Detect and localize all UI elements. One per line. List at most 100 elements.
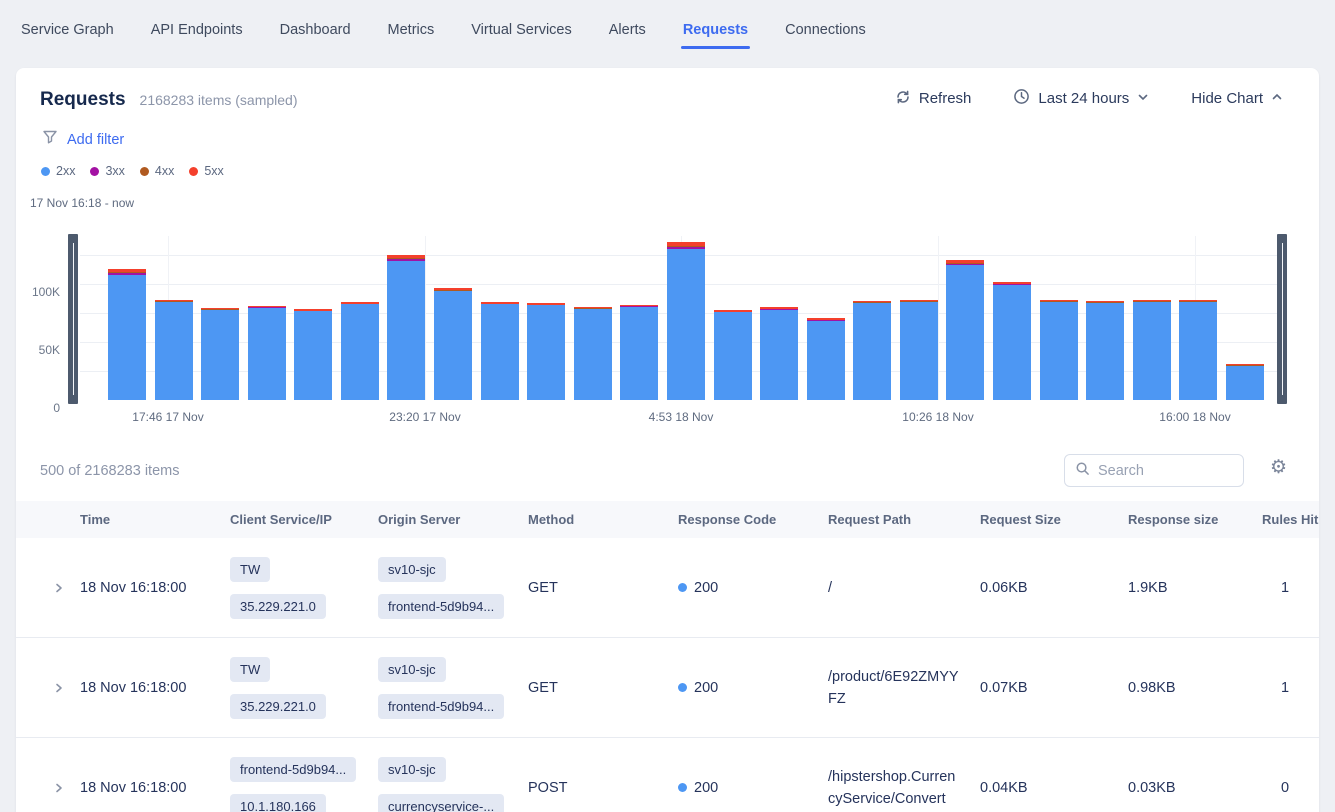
response-code-value: 200 [694, 580, 718, 596]
bar-group[interactable] [1040, 300, 1078, 400]
time-range-selector[interactable]: Last 24 hours [1013, 88, 1149, 109]
legend-item-3xx[interactable]: 3xx [90, 164, 124, 178]
legend-item-4xx[interactable]: 4xx [140, 164, 174, 178]
client-chip[interactable]: TW [230, 657, 270, 682]
column-header-origin-server[interactable]: Origin Server [378, 512, 528, 527]
tab-dashboard[interactable]: Dashboard [280, 22, 351, 38]
tab-metrics[interactable]: Metrics [388, 22, 435, 38]
chart-brush-handle-right[interactable] [1277, 234, 1287, 404]
client-chip[interactable]: 35.229.221.0 [230, 594, 326, 619]
origin-chip[interactable]: sv10-sjc [378, 557, 446, 582]
refresh-button[interactable]: Refresh [895, 89, 972, 109]
response-code-value: 200 [694, 780, 718, 796]
origin-chip[interactable]: frontend-5d9b94... [378, 594, 504, 619]
cell-response-size: 0.98KB [1128, 680, 1262, 696]
tab-connections[interactable]: Connections [785, 22, 866, 38]
clock-icon [1013, 88, 1030, 109]
bar-group[interactable] [993, 282, 1031, 400]
legend-dot-4xx [140, 167, 149, 176]
bar-group[interactable] [900, 300, 938, 400]
bar-group[interactable] [434, 288, 472, 400]
bar-group[interactable] [481, 302, 519, 400]
column-header-request-path[interactable]: Request Path [828, 512, 980, 527]
table-row[interactable]: 18 Nov 16:18:00TW35.229.221.0sv10-sjcfro… [16, 538, 1319, 638]
bar-segment-2xx [760, 310, 798, 400]
cell-response-size: 0.03KB [1128, 780, 1262, 796]
bar-segment-2xx [993, 285, 1031, 400]
column-header-request-size[interactable]: Request Size [980, 512, 1128, 527]
cell-response-code: 200 [678, 680, 828, 696]
bar-group[interactable] [527, 303, 565, 400]
bar-group[interactable] [574, 307, 612, 400]
origin-chip[interactable]: frontend-5d9b94... [378, 694, 504, 719]
legend-dot-2xx [41, 167, 50, 176]
bar-segment-2xx [434, 291, 472, 400]
column-header-response-code[interactable]: Response Code [678, 512, 828, 527]
requests-chart: 17:46 17 Nov23:20 17 Nov4:53 18 Nov10:26… [16, 228, 1319, 428]
table-row[interactable]: 18 Nov 16:18:00frontend-5d9b94...10.1.18… [16, 738, 1319, 812]
origin-chip[interactable]: sv10-sjc [378, 657, 446, 682]
bar-group[interactable] [1179, 300, 1217, 400]
bar-group[interactable] [341, 302, 379, 400]
legend-item-5xx[interactable]: 5xx [189, 164, 223, 178]
column-header-response-size[interactable]: Response size [1128, 512, 1262, 527]
tab-api-endpoints[interactable]: API Endpoints [151, 22, 243, 38]
bar-group[interactable] [667, 242, 705, 400]
row-expand-chevron-icon[interactable] [38, 581, 80, 595]
legend-item-2xx[interactable]: 2xx [41, 164, 75, 178]
tab-virtual-services[interactable]: Virtual Services [471, 22, 571, 38]
table-settings-gear-icon[interactable]: ⚙ [1270, 458, 1287, 477]
table-summary: 500 of 2168283 items [40, 463, 179, 479]
bar-segment-2xx [574, 309, 612, 400]
client-chip[interactable]: 35.229.221.0 [230, 694, 326, 719]
client-chip[interactable]: 10.1.180.166 [230, 794, 326, 812]
chart-brush-handle-left[interactable] [68, 234, 78, 404]
client-chip[interactable]: frontend-5d9b94... [230, 757, 356, 782]
bar-group[interactable] [201, 308, 239, 400]
add-filter-button[interactable]: Add filter [67, 132, 124, 148]
cell-method: POST [528, 780, 678, 796]
hide-chart-button[interactable]: Hide Chart [1191, 90, 1283, 107]
column-header-rules-hit[interactable]: Rules Hit [1262, 512, 1319, 527]
column-header-time[interactable]: Time [80, 512, 230, 527]
row-expand-chevron-icon[interactable] [38, 781, 80, 795]
search-input[interactable] [1098, 463, 1233, 479]
chart-range-label: 17 Nov 16:18 - now [30, 196, 134, 210]
bar-segment-2xx [807, 321, 845, 400]
bar-group[interactable] [108, 269, 146, 400]
cell-response-code: 200 [678, 780, 828, 796]
column-header-method[interactable]: Method [528, 512, 678, 527]
bar-group[interactable] [853, 301, 891, 400]
requests-page: Service Graph API Endpoints Dashboard Metri… [0, 0, 1335, 812]
tab-requests[interactable]: Requests [683, 22, 748, 38]
refresh-icon [895, 89, 911, 109]
bar-group[interactable] [807, 318, 845, 400]
origin-chip[interactable]: currencyservice-... [378, 794, 504, 812]
cell-request-size: 0.04KB [980, 780, 1128, 796]
bar-group[interactable] [760, 307, 798, 400]
column-header-client-service-ip[interactable]: Client Service/IP [230, 512, 378, 527]
bar-group[interactable] [155, 300, 193, 400]
bar-group[interactable] [294, 309, 332, 400]
table-body: 18 Nov 16:18:00TW35.229.221.0sv10-sjcfro… [16, 538, 1319, 812]
client-chip[interactable]: TW [230, 557, 270, 582]
bar-group[interactable] [714, 310, 752, 400]
bar-group[interactable] [248, 306, 286, 400]
legend-label: 5xx [204, 164, 223, 178]
bar-segment-2xx [946, 265, 984, 400]
tab-service-graph[interactable]: Service Graph [21, 22, 114, 38]
bar-group[interactable] [946, 260, 984, 400]
page-title: Requests [40, 89, 126, 111]
chevron-down-icon [1137, 90, 1149, 107]
table-row[interactable]: 18 Nov 16:18:00TW35.229.221.0sv10-sjcfro… [16, 638, 1319, 738]
bar-group[interactable] [1133, 300, 1171, 400]
tab-alerts[interactable]: Alerts [609, 22, 646, 38]
bar-segment-2xx [900, 302, 938, 400]
legend-label: 3xx [105, 164, 124, 178]
row-expand-chevron-icon[interactable] [38, 681, 80, 695]
bar-group[interactable] [387, 255, 425, 400]
origin-chip[interactable]: sv10-sjc [378, 757, 446, 782]
bar-group[interactable] [1086, 301, 1124, 400]
bar-group[interactable] [620, 305, 658, 400]
bar-group[interactable] [1226, 364, 1264, 400]
